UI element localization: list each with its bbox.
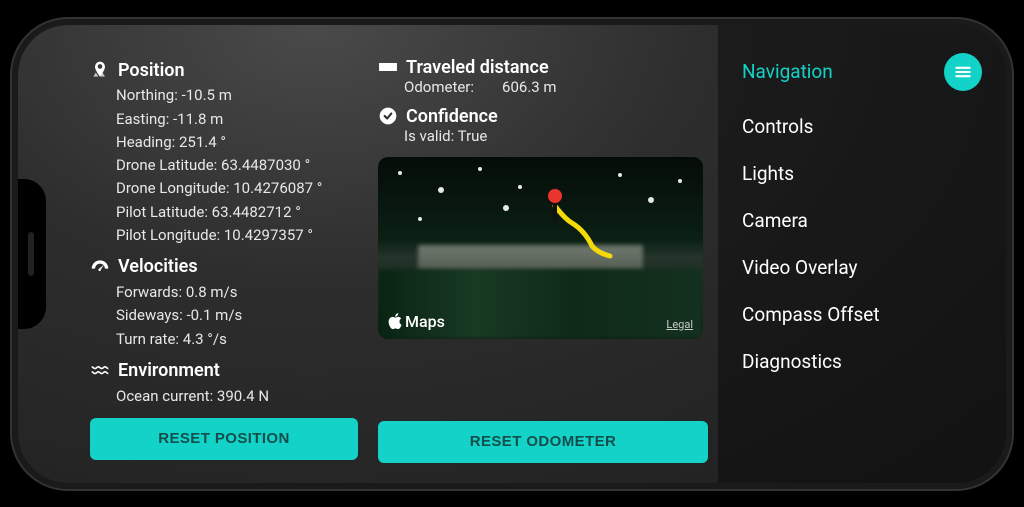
nav-item-controls[interactable]: Controls — [742, 115, 982, 138]
position-body: Northing: -10.5 m Easting: -11.8 m Headi… — [90, 84, 358, 247]
odometer-label: Odometer: — [404, 78, 474, 96]
ruler-icon — [378, 57, 398, 77]
environment-ocean-current: Ocean current: 390.4 N — [116, 385, 358, 408]
waves-icon — [90, 361, 110, 381]
apple-logo-icon — [388, 313, 402, 329]
confidence-body: Is valid: True — [378, 127, 708, 145]
environment-header: Environment — [90, 357, 358, 385]
map-trail — [550, 201, 630, 261]
check-circle-icon — [378, 106, 398, 126]
reset-position-button[interactable]: RESET POSITION — [90, 418, 358, 460]
map-view[interactable]: Maps Legal — [378, 157, 703, 339]
position-drone-lat: Drone Latitude: 63.4487030 ° — [116, 154, 358, 177]
position-pilot-lat: Pilot Latitude: 63.4482712 ° — [116, 201, 358, 224]
nav-item-navigation[interactable]: Navigation — [742, 60, 833, 83]
nav-panel: Navigation Controls Lights Camera Video … — [718, 25, 1006, 483]
map-pin — [546, 187, 564, 205]
nav-item-video-overlay[interactable]: Video Overlay — [742, 256, 982, 279]
velocity-sideways: Sideways: -0.1 m/s — [116, 304, 358, 327]
position-heading: Heading: 251.4 ° — [116, 131, 358, 154]
hamburger-icon — [953, 62, 973, 82]
position-northing: Northing: -10.5 m — [116, 84, 358, 107]
confidence-title: Confidence — [406, 106, 498, 127]
environment-body: Ocean current: 390.4 N — [90, 385, 358, 408]
phone-notch — [16, 179, 46, 329]
odometer-row: Odometer: 606.3 m — [378, 78, 708, 96]
velocity-turn-rate: Turn rate: 4.3 °/s — [116, 328, 358, 351]
environment-title: Environment — [118, 357, 220, 385]
position-title: Position — [118, 57, 185, 85]
odometer-value: 606.3 m — [502, 78, 557, 96]
nav-row-navigation: Navigation — [742, 53, 982, 91]
velocities-header: Velocities — [90, 253, 358, 281]
velocity-forwards: Forwards: 0.8 m/s — [116, 281, 358, 304]
nav-item-lights[interactable]: Lights — [742, 162, 982, 185]
map-pin-icon — [90, 60, 110, 80]
velocities-title: Velocities — [118, 253, 198, 281]
velocities-body: Forwards: 0.8 m/s Sideways: -0.1 m/s Tur… — [90, 281, 358, 351]
confidence-is-valid: Is valid: True — [404, 127, 708, 145]
position-drone-lon: Drone Longitude: 10.4276087 ° — [116, 177, 358, 200]
nav-item-diagnostics[interactable]: Diagnostics — [742, 350, 982, 373]
reset-odometer-button[interactable]: RESET ODOMETER — [378, 421, 708, 463]
map-provider-label: Maps — [388, 312, 445, 331]
gauge-icon — [90, 257, 110, 277]
confidence-header: Confidence — [378, 106, 708, 127]
nav-item-camera[interactable]: Camera — [742, 209, 982, 232]
app-screen: Position Northing: -10.5 m Easting: -11.… — [18, 25, 1006, 483]
map-provider-text: Maps — [405, 312, 445, 331]
nav-item-compass-offset[interactable]: Compass Offset — [742, 303, 982, 326]
position-header: Position — [90, 57, 358, 85]
left-column: Position Northing: -10.5 m Easting: -11.… — [18, 25, 368, 483]
middle-column: Traveled distance Odometer: 606.3 m Conf… — [368, 25, 718, 483]
map-legal-link[interactable]: Legal — [666, 318, 693, 331]
position-pilot-lon: Pilot Longitude: 10.4297357 ° — [116, 224, 358, 247]
position-easting: Easting: -11.8 m — [116, 108, 358, 131]
phone-frame: Position Northing: -10.5 m Easting: -11.… — [12, 19, 1012, 489]
traveled-header: Traveled distance — [378, 57, 708, 78]
menu-button[interactable] — [944, 53, 982, 91]
traveled-title: Traveled distance — [406, 57, 549, 78]
